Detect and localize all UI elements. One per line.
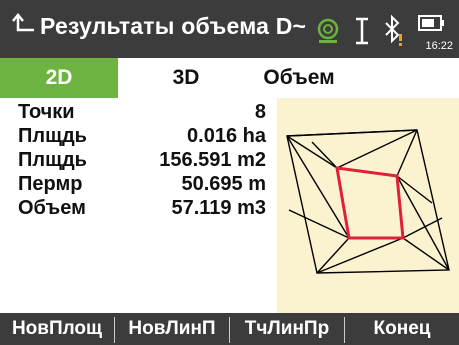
results-list: Точки 8 Плщдь 0.016 ha Плщдь 156.591 m2 … bbox=[0, 98, 272, 219]
result-row-area-m2: Плщдь 156.591 m2 bbox=[0, 146, 272, 171]
triangulation-plot bbox=[286, 129, 450, 274]
new-area-button[interactable]: НовПлощ bbox=[0, 313, 114, 345]
result-row-volume: Объем 57.119 m3 bbox=[0, 194, 272, 219]
cursor-text-icon[interactable] bbox=[353, 16, 371, 46]
result-value: 0.016 ha bbox=[187, 125, 266, 147]
target-status-icon[interactable] bbox=[313, 16, 343, 46]
finish-button[interactable]: Конец bbox=[345, 313, 459, 345]
title-bar: Результаты объема D~ 16:22 bbox=[0, 0, 459, 58]
new-line-button[interactable]: НовЛинП bbox=[115, 313, 229, 345]
page-title: Результаты объема D~ bbox=[40, 13, 307, 39]
mesh-line bbox=[396, 175, 450, 271]
result-label: Объем bbox=[18, 197, 86, 219]
result-label: Точки bbox=[18, 101, 75, 123]
result-value: 57.119 m3 bbox=[171, 197, 266, 219]
result-value: 50.695 m bbox=[181, 173, 266, 195]
back-arrow-icon[interactable] bbox=[10, 10, 40, 46]
result-label: Плщдь bbox=[18, 149, 87, 171]
bluetooth-warning-icon[interactable] bbox=[383, 14, 405, 48]
result-value: 8 bbox=[254, 101, 266, 123]
function-key-bar: НовПлощ НовЛинП ТчЛинПр Конец bbox=[0, 313, 459, 345]
clock: 16:22 bbox=[425, 40, 453, 52]
result-row-perimeter: Пермр 50.695 m bbox=[0, 170, 272, 195]
result-value: 156.591 m2 bbox=[159, 149, 266, 171]
tab-bar: 2D 3D Объем bbox=[0, 58, 459, 98]
result-label: Плщдь bbox=[18, 125, 87, 147]
tab-3d[interactable]: 3D bbox=[146, 58, 226, 98]
mesh-line bbox=[286, 129, 418, 137]
battery-icon bbox=[418, 15, 444, 31]
point-line-button[interactable]: ТчЛинПр bbox=[230, 313, 344, 345]
mesh-line bbox=[316, 237, 404, 274]
result-label: Пермр bbox=[18, 173, 83, 195]
mesh-line bbox=[316, 237, 350, 274]
volume-results-screen: Результаты объема D~ 16:22 2D 3D Объем Т… bbox=[0, 0, 459, 345]
result-row-points: Точки 8 bbox=[0, 98, 272, 123]
result-row-area-ha: Плщдь 0.016 ha bbox=[0, 122, 272, 147]
area-plot[interactable] bbox=[277, 98, 459, 313]
inner-boundary bbox=[335, 166, 405, 240]
mesh-line bbox=[396, 175, 433, 204]
tab-2d[interactable]: 2D bbox=[0, 58, 118, 98]
mesh-line bbox=[286, 135, 338, 169]
mesh-line bbox=[396, 129, 418, 177]
tab-volume[interactable]: Объем bbox=[254, 58, 344, 98]
status-icons: 16:22 bbox=[309, 6, 459, 52]
mesh-line bbox=[336, 129, 418, 169]
